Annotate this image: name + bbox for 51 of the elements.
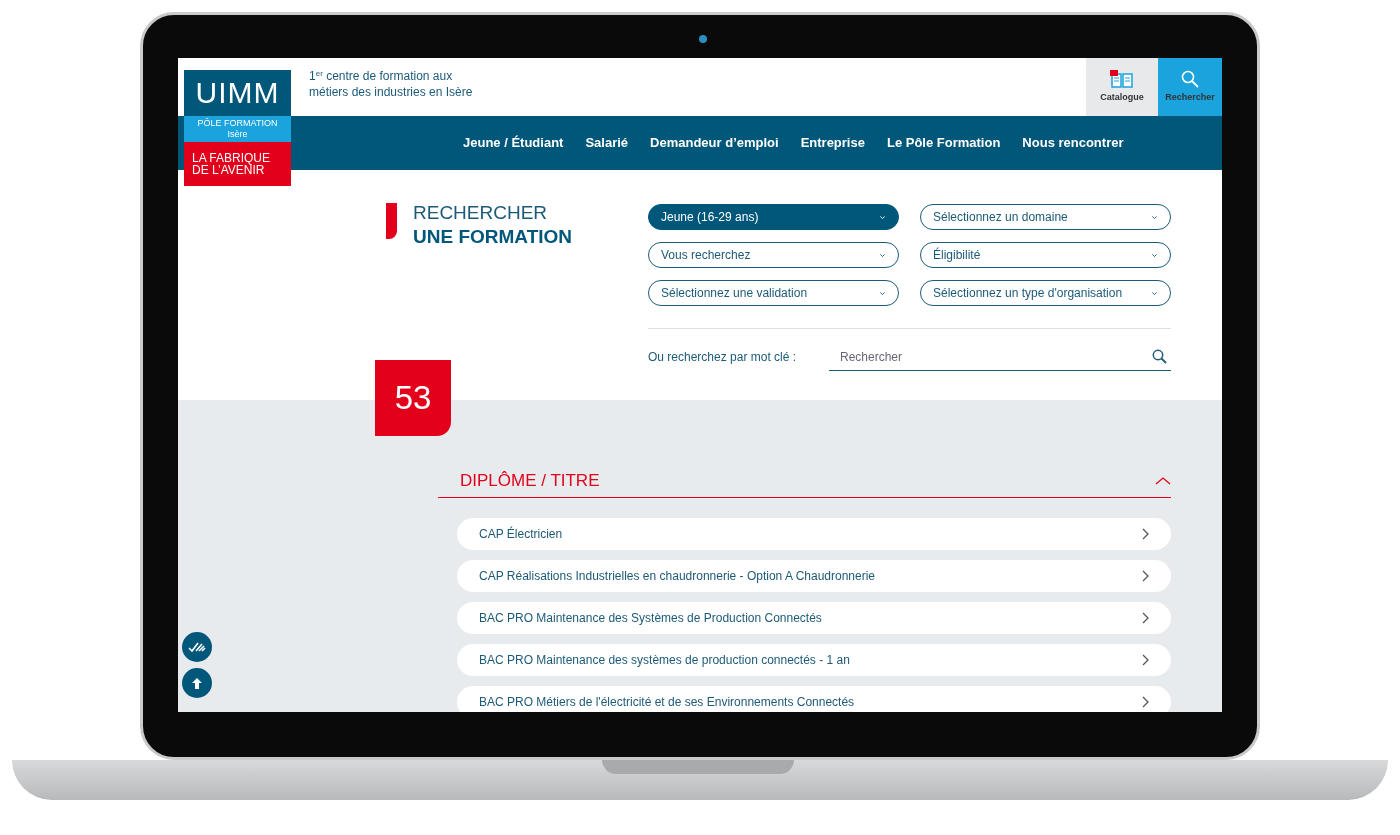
search-icon xyxy=(1181,69,1199,88)
chevron-down-icon xyxy=(1151,252,1158,258)
dropdown-select[interactable]: Sélectionnez un type d'organisation xyxy=(920,280,1171,306)
accessibility-button[interactable] xyxy=(182,632,212,662)
chevron-right-icon xyxy=(1142,570,1149,582)
result-count: 53 xyxy=(375,360,451,436)
course-item[interactable]: BAC PRO Maintenance des Systèmes de Production Connectés xyxy=(457,602,1171,634)
logo-subtitle: PÔLE FORMATION xyxy=(196,117,279,129)
arrow-up-icon xyxy=(192,677,202,689)
search-icon xyxy=(1152,349,1167,364)
chevron-down-icon xyxy=(879,290,886,296)
search-input[interactable]: Rechercher xyxy=(838,346,1152,367)
chevron-right-icon xyxy=(1142,654,1149,666)
chevron-down-icon xyxy=(1151,214,1158,220)
search-title: UNE FORMATION xyxy=(413,225,573,249)
dropdown-select[interactable]: Sélectionnez un domaine xyxy=(920,204,1171,230)
tagline: 1$^{er}$ centre de formation aux métiers des industries en Isère xyxy=(309,68,474,101)
chevron-down-icon xyxy=(879,252,886,258)
course-item[interactable]: BAC PRO Métiers de l'électricité et de ses Environnements Connectés xyxy=(457,686,1171,712)
chevron-right-icon xyxy=(1142,528,1149,540)
logo-region: Isère xyxy=(226,129,249,140)
nav-link[interactable]: Nous rencontrer xyxy=(1022,133,1124,153)
dropdown-select[interactable]: Jeune (16-29 ans) xyxy=(648,204,899,230)
course-item[interactable]: CAP Électricien xyxy=(457,518,1171,550)
accordion-header[interactable]: DIPLÔME / TITRE xyxy=(438,464,1171,498)
dropdown-select[interactable]: Éligibilité xyxy=(920,242,1171,268)
nav-link[interactable]: Entreprise xyxy=(800,133,865,153)
chevron-down-icon xyxy=(879,214,886,220)
dropdown-select[interactable]: Sélectionnez une validation xyxy=(648,280,899,306)
nav-link[interactable]: Jeune / Étudiant xyxy=(463,133,564,153)
search-title: RECHERCHER xyxy=(413,201,549,225)
camera-icon xyxy=(699,35,707,43)
logo-wordmark: UIMM xyxy=(184,70,291,116)
chevron-up-icon xyxy=(1155,476,1171,485)
chevron-right-icon xyxy=(1142,612,1149,624)
chevron-right-icon xyxy=(1142,696,1149,708)
search-button[interactable]: Rechercher xyxy=(1158,58,1222,116)
logo[interactable]: UIMM PÔLE FORMATION Isère LA FABRIQUE DE L’AVENIR xyxy=(184,70,291,186)
accent-bar xyxy=(386,203,397,239)
nav-link[interactable]: Le Pôle Formation xyxy=(886,133,1001,153)
keyword-label: Ou recherchez par mot clé : xyxy=(648,349,798,366)
logo-slogan: LA FABRIQUE DE L’AVENIR xyxy=(184,142,291,186)
nav-link[interactable]: Salarié xyxy=(585,133,629,153)
scroll-top-button[interactable] xyxy=(182,668,212,698)
nav-link[interactable]: Demandeur d’emploi xyxy=(650,133,779,153)
chevron-down-icon xyxy=(1151,290,1158,296)
dropdown-select[interactable]: Vous recherchez xyxy=(648,242,899,268)
catalogue-button[interactable]: Catalogue xyxy=(1086,58,1158,116)
course-item[interactable]: BAC PRO Maintenance des systèmes de production connectés - 1 an xyxy=(457,644,1171,676)
book-icon xyxy=(1110,69,1134,88)
course-item[interactable]: CAP Réalisations Industrielles en chaudronnerie - Option A Chaudronnerie xyxy=(457,560,1171,592)
